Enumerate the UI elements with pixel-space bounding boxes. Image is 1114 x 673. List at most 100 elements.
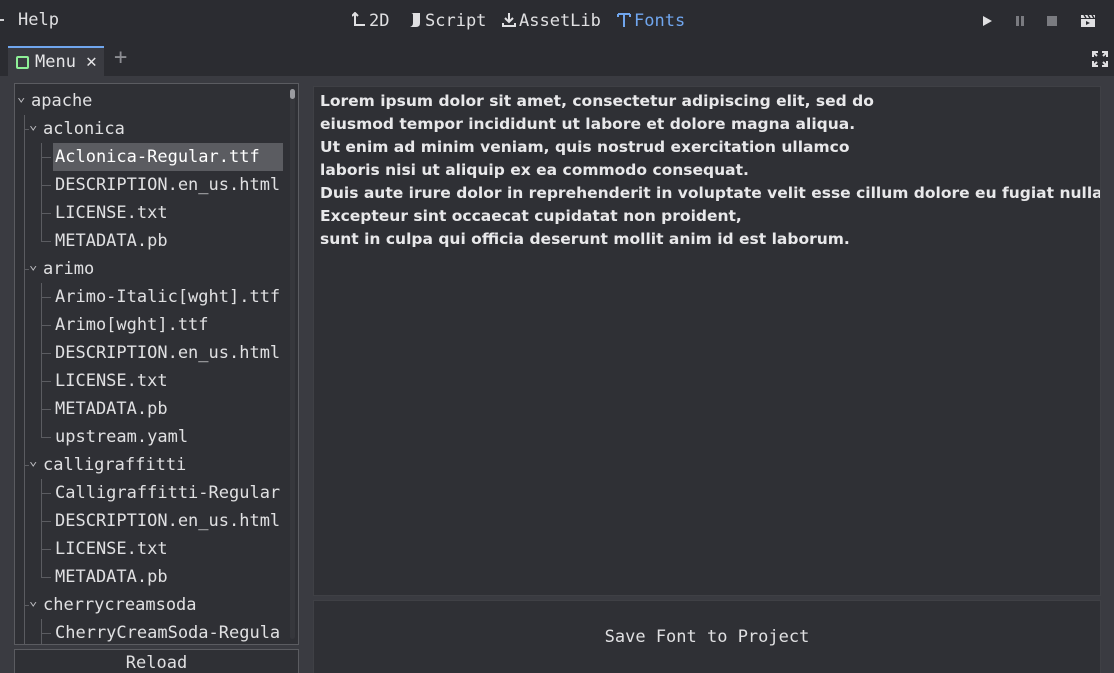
tree-file-item[interactable]: DESCRIPTION.en_us.html <box>53 171 280 199</box>
tree-scrollbar-grabber[interactable] <box>290 89 295 99</box>
tree-folder-item[interactable]: cherrycreamsoda <box>41 591 197 619</box>
tree-scrollbar-track[interactable] <box>290 89 295 639</box>
preview-text-line: Duis aute irure dolor in reprehenderit i… <box>320 184 1101 202</box>
reload-button[interactable]: Reload <box>14 649 299 673</box>
tree-guide-line <box>41 619 42 644</box>
stop-icon <box>1047 16 1057 26</box>
control-node-icon <box>16 55 29 69</box>
tree-item-label: LICENSE.txt <box>55 371 168 391</box>
tree-item-label: METADATA.pb <box>55 567 168 587</box>
save-font-button[interactable]: Save Font to Project <box>313 600 1101 673</box>
tree-item-label: DESCRIPTION.en_us.html <box>55 175 281 195</box>
tree-file-item[interactable]: LICENSE.txt <box>53 199 168 227</box>
tree-item-label: DESCRIPTION.en_us.html <box>55 511 281 531</box>
tree-file-item[interactable]: LICENSE.txt <box>53 535 168 563</box>
tree-item-label: Arimo-Italic[wght].ttf <box>55 287 281 307</box>
tree-connector-line <box>41 437 51 438</box>
pause-icon <box>1016 16 1024 26</box>
preview-text-line: laboris nisi ut aliquip ex ea commodo co… <box>320 161 749 179</box>
tree-item-label: arimo <box>43 259 95 279</box>
workspace-script-label: Script <box>425 11 487 31</box>
tab-menu[interactable]: Menu ✕ <box>8 46 104 76</box>
stop-button[interactable] <box>1044 12 1060 30</box>
tree-file-item[interactable]: DESCRIPTION.en_us.html <box>53 507 280 535</box>
tree-connector-line <box>41 157 51 158</box>
chevron-down-icon[interactable]: ⌄ <box>29 111 37 139</box>
tree-guide-line <box>41 143 42 241</box>
clapperboard-icon <box>1081 14 1095 27</box>
tree-file-item[interactable]: DESCRIPTION.en_us.html <box>53 339 280 367</box>
tree-file-item[interactable]: METADATA.pb <box>53 395 168 423</box>
download-icon <box>502 12 516 31</box>
tree-folder-item[interactable]: aclonica <box>41 115 125 143</box>
tree-item-label: Calligraffitti-Regular <box>55 483 281 503</box>
tree-file-item[interactable]: Arimo-Italic[wght].ttf <box>53 283 280 311</box>
tree-item-label: Aclonica-Regular.ttf <box>55 147 260 167</box>
font-preview-text: Lorem ipsum dolor sit amet, consectetur … <box>313 86 1101 596</box>
2d-axis-icon <box>351 11 366 31</box>
workspace-assetlib-label: AssetLib <box>519 11 601 31</box>
tree-item-label: DESCRIPTION.en_us.html <box>55 343 281 363</box>
tree-connector-line <box>41 577 51 578</box>
font-file-tree[interactable]: apache ⌄ aclonica ⌄ Aclonica-Regular.ttf DESC… <box>14 83 299 645</box>
menu-edge-marker <box>0 19 4 21</box>
tree-folder-item[interactable]: apache <box>29 87 92 115</box>
tree-file-item[interactable]: CherryCreamSoda-Regula <box>53 619 281 644</box>
workspace-fonts-button[interactable]: Fonts <box>617 10 685 32</box>
help-menu[interactable]: Help <box>18 10 59 30</box>
tree-file-item[interactable]: LICENSE.txt <box>53 367 168 395</box>
font-icon <box>617 12 631 31</box>
main-panel: apache ⌄ aclonica ⌄ Aclonica-Regular.ttf DESC… <box>0 76 1114 673</box>
workspace-2d-label: 2D <box>369 11 390 31</box>
tree-connector-line <box>41 241 51 242</box>
tree-connector-line <box>41 633 51 634</box>
tree-guide-line <box>41 283 42 437</box>
preview-text-line: sunt in culpa qui officia deserunt molli… <box>320 230 850 248</box>
tree-item-label: CherryCreamSoda-Regula <box>55 623 281 643</box>
tree-connector-line <box>41 549 51 550</box>
tree-item-label: aclonica <box>43 119 125 139</box>
distraction-free-icon[interactable] <box>1092 51 1108 67</box>
tree-item-label: calligraffitti <box>43 455 187 475</box>
tree-file-item[interactable]: Aclonica-Regular.ttf <box>53 143 283 171</box>
chevron-down-icon[interactable]: ⌄ <box>17 84 25 111</box>
workspace-assetlib-button[interactable]: AssetLib <box>502 10 601 32</box>
tree-file-item[interactable]: Arimo[wght].ttf <box>53 311 209 339</box>
tree-file-item[interactable]: METADATA.pb <box>53 563 168 591</box>
tree-guide-line <box>24 115 25 644</box>
chevron-down-icon[interactable]: ⌄ <box>29 587 37 615</box>
tree-folder-item[interactable]: arimo <box>41 255 94 283</box>
tree-item-label: METADATA.pb <box>55 231 168 251</box>
chevron-down-icon[interactable]: ⌄ <box>29 251 37 279</box>
preview-text-line: eiusmod tempor incididunt ut labore et d… <box>320 115 856 133</box>
preview-text-line: Ut enim ad minim veniam, quis nostrud ex… <box>320 138 850 156</box>
workspace-script-button[interactable]: Script <box>408 10 486 32</box>
play-button[interactable] <box>979 12 995 30</box>
script-icon <box>408 12 422 31</box>
save-font-label: Save Font to Project <box>604 627 810 647</box>
tree-file-item[interactable]: METADATA.pb <box>53 227 168 255</box>
tree-connector-line <box>41 521 51 522</box>
tree-connector-line <box>41 381 51 382</box>
tree-file-item[interactable]: upstream.yaml <box>53 423 188 451</box>
add-tab-icon[interactable]: + <box>114 47 127 69</box>
tab-menu-label: Menu <box>35 52 76 72</box>
tree-connector-line <box>41 409 51 410</box>
chevron-down-icon[interactable]: ⌄ <box>29 447 37 475</box>
tree-item-label: LICENSE.txt <box>55 203 168 223</box>
tree-connector-line <box>41 493 51 494</box>
tree-guide-line <box>41 479 42 577</box>
preview-text-line: Lorem ipsum dolor sit amet, consectetur … <box>320 92 874 110</box>
workspace-2d-button[interactable]: 2D <box>351 10 390 32</box>
tree-folder-item[interactable]: calligraffitti <box>41 451 186 479</box>
play-scene-button[interactable] <box>1080 12 1096 30</box>
tree-connector-line <box>41 353 51 354</box>
tree-item-label: apache <box>31 91 93 111</box>
close-icon[interactable]: ✕ <box>86 53 97 71</box>
tree-item-label: LICENSE.txt <box>55 539 168 559</box>
play-icon <box>983 16 992 26</box>
scene-tab-bar: Menu ✕ + <box>0 42 1114 76</box>
tree-file-item[interactable]: Calligraffitti-Regular <box>53 479 280 507</box>
tree-item-label: METADATA.pb <box>55 399 168 419</box>
pause-button[interactable] <box>1012 12 1028 30</box>
